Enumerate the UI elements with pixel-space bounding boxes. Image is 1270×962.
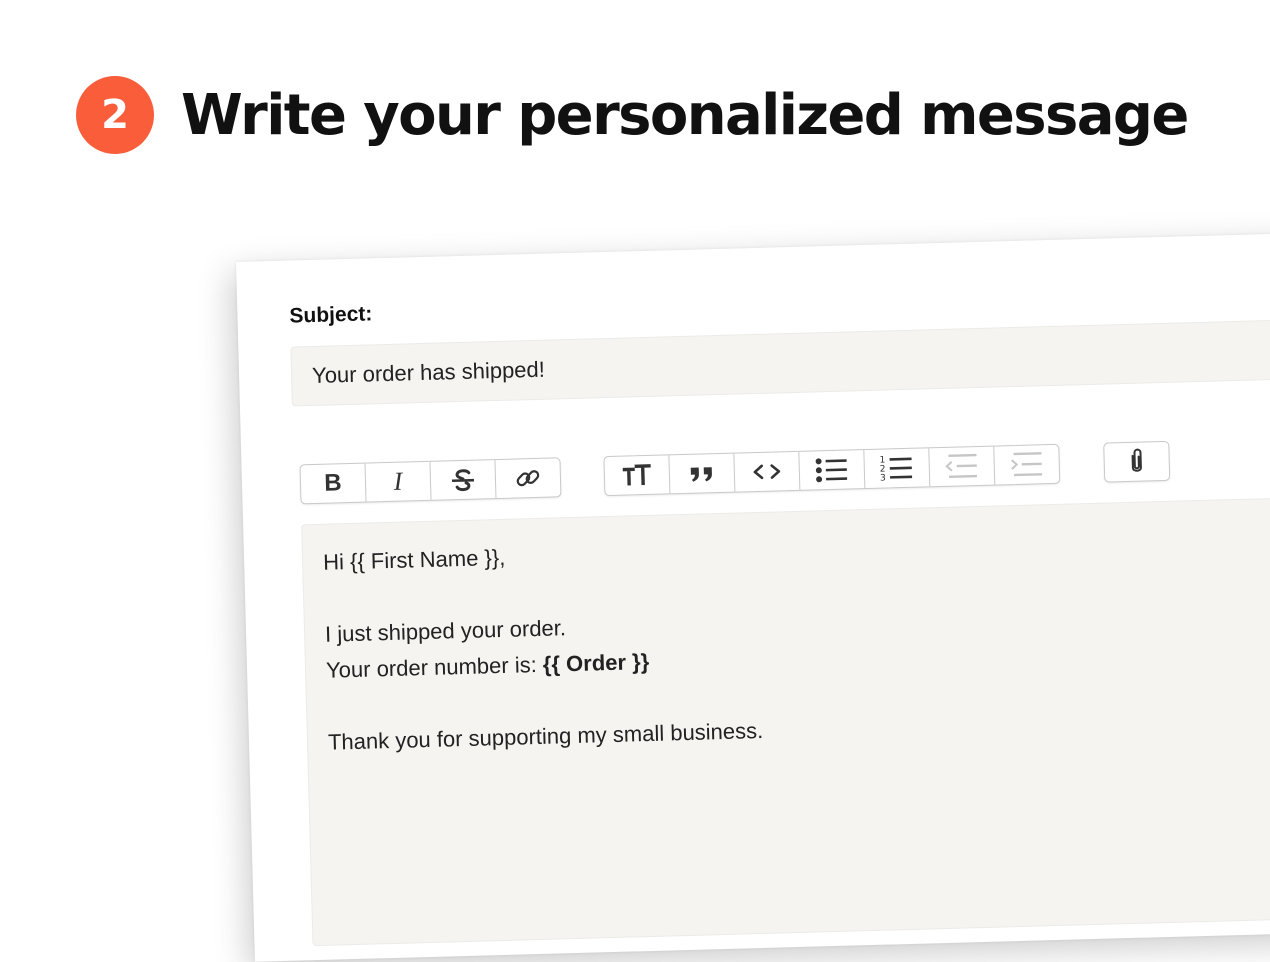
link-button[interactable] [495, 458, 560, 498]
numbered-list-icon: 1 2 3 [879, 456, 913, 484]
step-number-badge: 2 [76, 76, 154, 154]
strikethrough-icon [451, 469, 475, 492]
svg-text:3: 3 [880, 474, 886, 484]
italic-icon: I [393, 466, 403, 496]
bullet-list-button[interactable] [799, 450, 866, 490]
block-toolbar: 1 2 3 [603, 443, 1061, 497]
subject-input[interactable]: Your order has shipped! [290, 316, 1270, 407]
heading-icon [622, 464, 651, 486]
increase-indent-button[interactable] [994, 445, 1059, 485]
italic-button[interactable]: I [365, 461, 432, 502]
message-body-text: Hi {{ First Name }}, I just shipped your… [323, 533, 764, 761]
attach-file-button[interactable] [1104, 442, 1169, 482]
decrease-indent-button[interactable] [929, 446, 996, 487]
heading-button[interactable] [604, 455, 671, 496]
indent-icon [1010, 452, 1043, 477]
paperclip-icon [1131, 448, 1142, 472]
order-number-label: Your order number is: [325, 651, 544, 683]
message-body-editor[interactable]: Hi {{ First Name }}, I just shipped your… [301, 494, 1270, 947]
link-icon [516, 470, 540, 487]
code-icon [753, 464, 781, 480]
subject-value: Your order has shipped! [311, 356, 546, 388]
quote-button[interactable] [669, 453, 736, 494]
quote-icon [690, 467, 712, 482]
bold-button[interactable]: B [300, 463, 367, 504]
attachment-toolbar [1103, 440, 1171, 483]
formatting-toolbar: B I [299, 457, 562, 505]
numbered-list-button[interactable]: 1 2 3 [864, 448, 931, 489]
step-heading: 2 Write your personalized message [76, 76, 1189, 154]
code-button[interactable] [734, 451, 801, 492]
bold-icon: B [323, 469, 343, 497]
order-merge-tag: {{ Order }} [542, 648, 650, 677]
bullet-list-icon [815, 458, 848, 483]
outdent-icon [945, 453, 978, 478]
page-title: Write your personalized message [181, 82, 1189, 148]
message-editor-card: Subject: Your order has shipped! B I 1 2… [236, 229, 1270, 962]
strikethrough-button[interactable] [430, 460, 497, 500]
subject-label: Subject: [289, 302, 373, 328]
